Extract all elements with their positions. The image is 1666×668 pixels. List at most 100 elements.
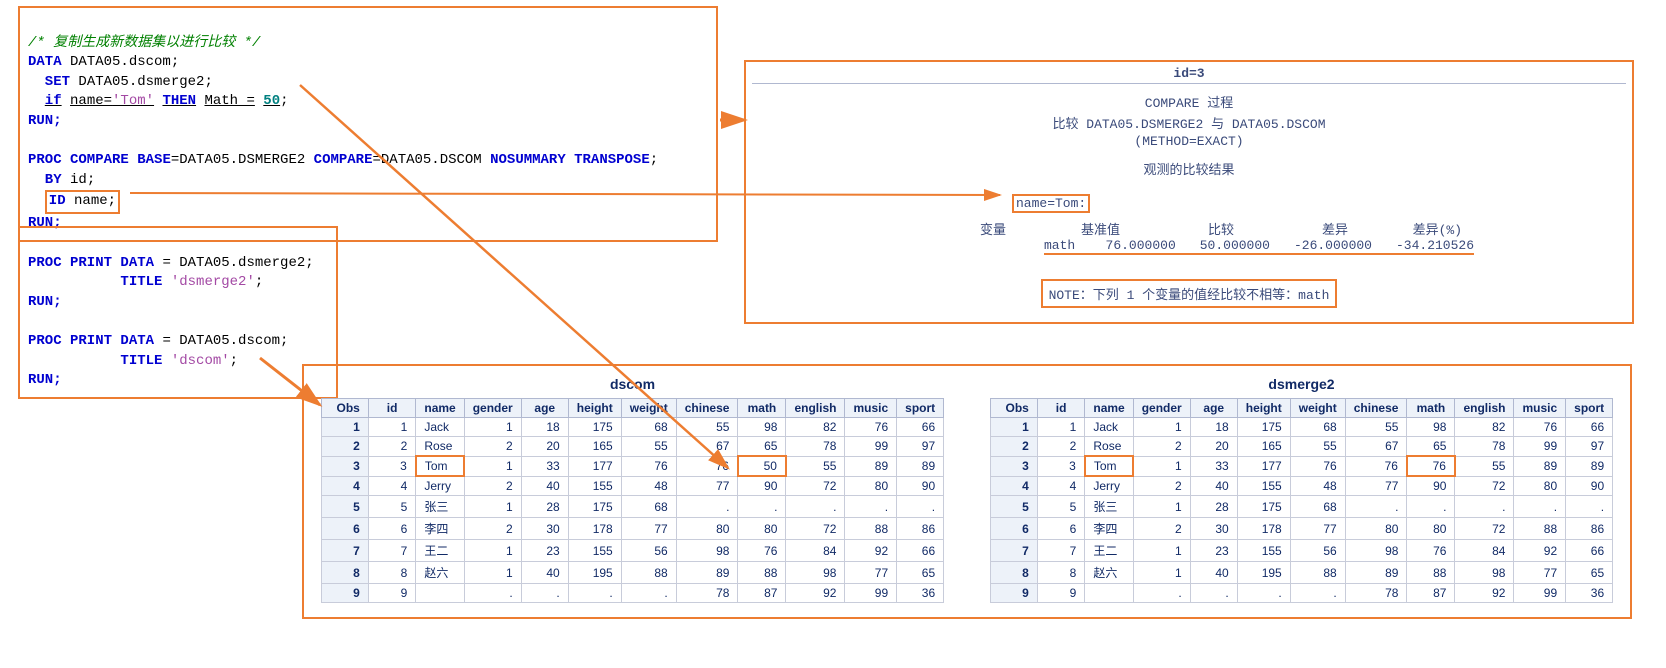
compare-id-header: id=3 — [752, 66, 1626, 84]
cell: 80 — [1345, 518, 1407, 540]
cell: 王二 — [1085, 540, 1133, 562]
row-diff: -26.000000 — [1294, 238, 1372, 253]
cell: . — [621, 584, 676, 603]
semi: ; — [255, 274, 263, 290]
cell: 68 — [621, 418, 676, 437]
cell: 76 — [1345, 456, 1407, 476]
num: 50 — [263, 93, 280, 109]
col-weight: weight — [1290, 399, 1345, 418]
cell: 1 — [1037, 418, 1085, 437]
cell: 23 — [521, 540, 568, 562]
kw-run: RUN; — [28, 372, 62, 388]
cell: 1 — [464, 456, 521, 476]
cell: 99 — [845, 437, 897, 457]
cell: 68 — [1290, 496, 1345, 518]
cell: 1 — [368, 418, 416, 437]
cell: . — [521, 584, 568, 603]
cell: . — [464, 584, 521, 603]
cell: 88 — [1407, 562, 1455, 584]
cell: . — [897, 496, 944, 518]
hdr-base: 基准值 — [1030, 219, 1120, 238]
cell: 65 — [738, 437, 786, 457]
cell: 55 — [786, 456, 845, 476]
col-chinese: chinese — [1345, 399, 1407, 418]
cell: 4 — [368, 476, 416, 496]
ident: = DATA05.dscom; — [162, 333, 288, 349]
cell: Tom — [416, 456, 464, 476]
cell: 1 — [1133, 496, 1190, 518]
cell: . — [1345, 496, 1407, 518]
cell: 88 — [738, 562, 786, 584]
str: 'dsmerge2' — [171, 274, 255, 290]
cell: 30 — [521, 518, 568, 540]
col-age: age — [1190, 399, 1237, 418]
cell: 36 — [1566, 584, 1613, 603]
col-id: id — [368, 399, 416, 418]
kw-title: TITLE — [120, 274, 162, 290]
cell: 5 — [1037, 496, 1085, 518]
cell: 72 — [1455, 518, 1514, 540]
cell: 33 — [1190, 456, 1237, 476]
kw-proc-compare: PROC COMPARE — [28, 152, 129, 168]
cell: 98 — [738, 418, 786, 437]
cell: Rose — [1085, 437, 1133, 457]
cell: 张三 — [1085, 496, 1133, 518]
cell: 8 — [990, 562, 1037, 584]
cell: 1 — [1133, 456, 1190, 476]
cell: 20 — [521, 437, 568, 457]
col-height: height — [1237, 399, 1290, 418]
str: 'Tom' — [112, 93, 154, 109]
cell: 20 — [1190, 437, 1237, 457]
cell: 8 — [321, 562, 368, 584]
cell: 9 — [990, 584, 1037, 603]
cell: 5 — [990, 496, 1037, 518]
cell: 67 — [1345, 437, 1407, 457]
cell: 3 — [990, 456, 1037, 476]
table-row: 66李四230178778080728886 — [321, 518, 943, 540]
cell: 55 — [1290, 437, 1345, 457]
col-sport: sport — [897, 399, 944, 418]
cell: 178 — [1237, 518, 1290, 540]
cell: 88 — [1290, 562, 1345, 584]
cell: 89 — [845, 456, 897, 476]
dsmerge2-title: dsmerge2 — [981, 376, 1622, 392]
cell: 7 — [990, 540, 1037, 562]
col-name: name — [1085, 399, 1133, 418]
cell: 97 — [897, 437, 944, 457]
cond: name= — [70, 93, 112, 109]
table-row: 22Rose220165556765789997 — [990, 437, 1612, 457]
cell: 48 — [621, 476, 676, 496]
cell: 89 — [897, 456, 944, 476]
cell: 66 — [897, 540, 944, 562]
cell: 77 — [1514, 562, 1566, 584]
cell: 77 — [1290, 518, 1345, 540]
row-var: math — [1044, 238, 1082, 253]
cell: 92 — [786, 584, 845, 603]
cell: 5 — [368, 496, 416, 518]
cell: 88 — [845, 518, 897, 540]
cell: 78 — [1455, 437, 1514, 457]
cell: . — [1514, 496, 1566, 518]
table-row: 11Jack118175685598827666 — [321, 418, 943, 437]
cell: 175 — [1237, 496, 1290, 518]
cell: 1 — [990, 418, 1037, 437]
cell: 80 — [738, 518, 786, 540]
cell: 90 — [1566, 476, 1613, 496]
semi: ; — [280, 93, 288, 109]
cell: 65 — [897, 562, 944, 584]
cell: 177 — [568, 456, 621, 476]
cell: 90 — [738, 476, 786, 496]
ident: =DATA05.DSMERGE2 — [171, 152, 305, 168]
cell: 165 — [1237, 437, 1290, 457]
cell: 2 — [464, 437, 521, 457]
cell: Tom — [1085, 456, 1133, 476]
cell: . — [1407, 496, 1455, 518]
dscom-table: Obsidnamegenderageheightweightchinesemat… — [321, 398, 944, 603]
compare-proc-line: COMPARE 过程 — [752, 92, 1626, 111]
hdr-diff: 差异 — [1258, 219, 1348, 238]
col-height: height — [568, 399, 621, 418]
cell: 78 — [676, 584, 738, 603]
str: 'dscom' — [171, 353, 230, 369]
semi: ; — [230, 353, 238, 369]
cell: 9 — [368, 584, 416, 603]
